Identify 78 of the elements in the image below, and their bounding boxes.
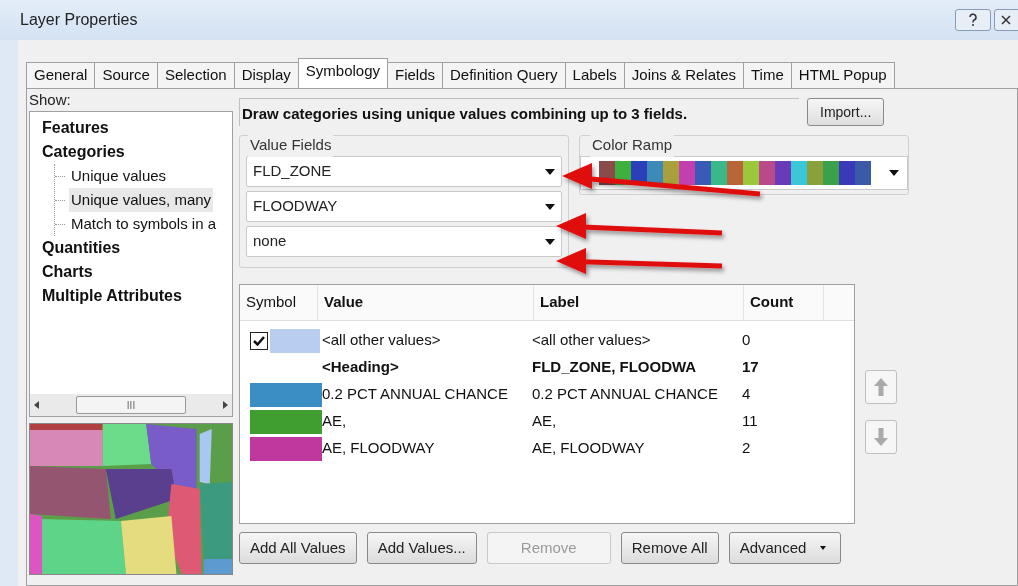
scroll-right-icon [223,401,228,409]
tree-item[interactable]: Multiple Attributes [40,284,184,308]
horizontal-scrollbar[interactable]: III [30,394,232,416]
action-button[interactable]: Add Values... [366,532,477,564]
symbol-swatch[interactable] [250,436,322,461]
tab[interactable]: HTML Popup [790,62,895,88]
table-cell-text: AE, FLOODWAY [532,438,646,459]
column-header[interactable]: Value [318,285,534,320]
tab[interactable]: General [26,62,96,88]
table-cell-text: 2 [742,438,752,459]
show-label: Show: [29,91,72,109]
tab[interactable]: Labels [564,62,625,88]
table-row[interactable]: <all other values> <all other values> 0 [240,327,854,354]
symbol-swatch[interactable] [270,328,320,353]
table-cell-text: <all other values> [532,330,652,351]
action-button[interactable]: Add All Values [239,532,357,564]
table-row[interactable]: <Heading> FLD_ZONE, FLOODWA 17 [240,354,854,381]
close-icon [1001,15,1013,25]
dropdown-field[interactable]: FLD_ZONE [246,156,562,187]
tab[interactable]: Source [94,62,158,88]
tree-item[interactable]: Unique values, many [69,188,214,212]
tab[interactable]: Joins & Relates [623,62,744,88]
checkbox[interactable] [250,331,268,350]
tab[interactable]: Definition Query [442,62,566,88]
tab[interactable]: Selection [156,62,235,88]
color-ramp-dropdown[interactable] [580,156,908,190]
caret-icon [545,238,555,245]
table-row[interactable]: AE, FLOODWAY AE, FLOODWAY 2 [240,435,854,462]
dropdown-field[interactable]: none [246,226,562,257]
close-button[interactable] [994,9,1018,31]
table-cell-text: <all other values> [322,330,442,351]
table-cell-text: 17 [742,357,760,378]
help-button[interactable] [955,9,991,31]
group-title: Value Fields [248,134,334,157]
table-cell-text: 4 [742,384,752,405]
table-cell-text: 0.2 PCT ANNUAL CHANCE [532,384,719,405]
action-button[interactable]: Advanced [728,532,841,564]
help-icon [968,13,978,27]
table-cell-text: AE, FLOODWAY [322,438,436,459]
column-header[interactable]: Label [534,285,744,320]
check-icon [253,335,265,346]
table-cell-text: 11 [742,411,759,432]
up-arrow-icon [874,378,888,396]
tab[interactable]: Fields [387,62,444,88]
column-header[interactable]: Count [744,285,824,320]
caret-icon [889,170,899,176]
caret-icon [820,546,827,550]
group-title: Color Ramp [590,134,675,157]
caret-icon [545,168,555,175]
symbol-swatch[interactable] [250,382,322,407]
dropdown-field[interactable]: FLOODWAY [246,191,562,222]
table-cell-text: 0.2 PCT ANNUAL CHANCE [322,384,509,405]
tab[interactable]: Time [743,62,792,88]
action-button[interactable]: Remove All [620,532,719,564]
tab[interactable]: Display [233,62,299,88]
tree-item[interactable]: Quantities [40,236,123,260]
table-cell-text: AE, [532,411,558,432]
down-arrow-icon [874,428,888,446]
table-cell-text: AE, [322,411,348,432]
table-cell-text: FLD_ZONE, FLOODWA [532,357,698,378]
window-title: Layer Properties [20,10,138,30]
table-cell-text: <Heading> [322,357,400,378]
symbol-swatch[interactable] [250,409,322,434]
table-cell-text: 0 [742,330,752,351]
tree-item[interactable]: Unique values [69,164,169,188]
tree-item[interactable]: Match to symbols in a [69,212,219,236]
caret-icon [545,203,555,210]
table-row[interactable]: AE, AE, 11 [240,408,854,435]
tab[interactable]: Symbology [297,58,388,88]
column-header[interactable]: Symbol [240,285,318,320]
description-text: Draw categories using unique values combining up to 3 fields. [239,98,799,126]
scroll-thumb[interactable]: III [76,396,186,414]
tree-item[interactable]: Features [40,116,111,140]
table-row[interactable]: 0.2 PCT ANNUAL CHANCE 0.2 PCT ANNUAL CHANCE 4 [240,381,854,408]
tree-item[interactable]: Charts [40,260,95,284]
import-button[interactable]: Import... [807,98,885,126]
scroll-left-icon [34,401,39,409]
tree-item[interactable]: Categories [40,140,127,164]
